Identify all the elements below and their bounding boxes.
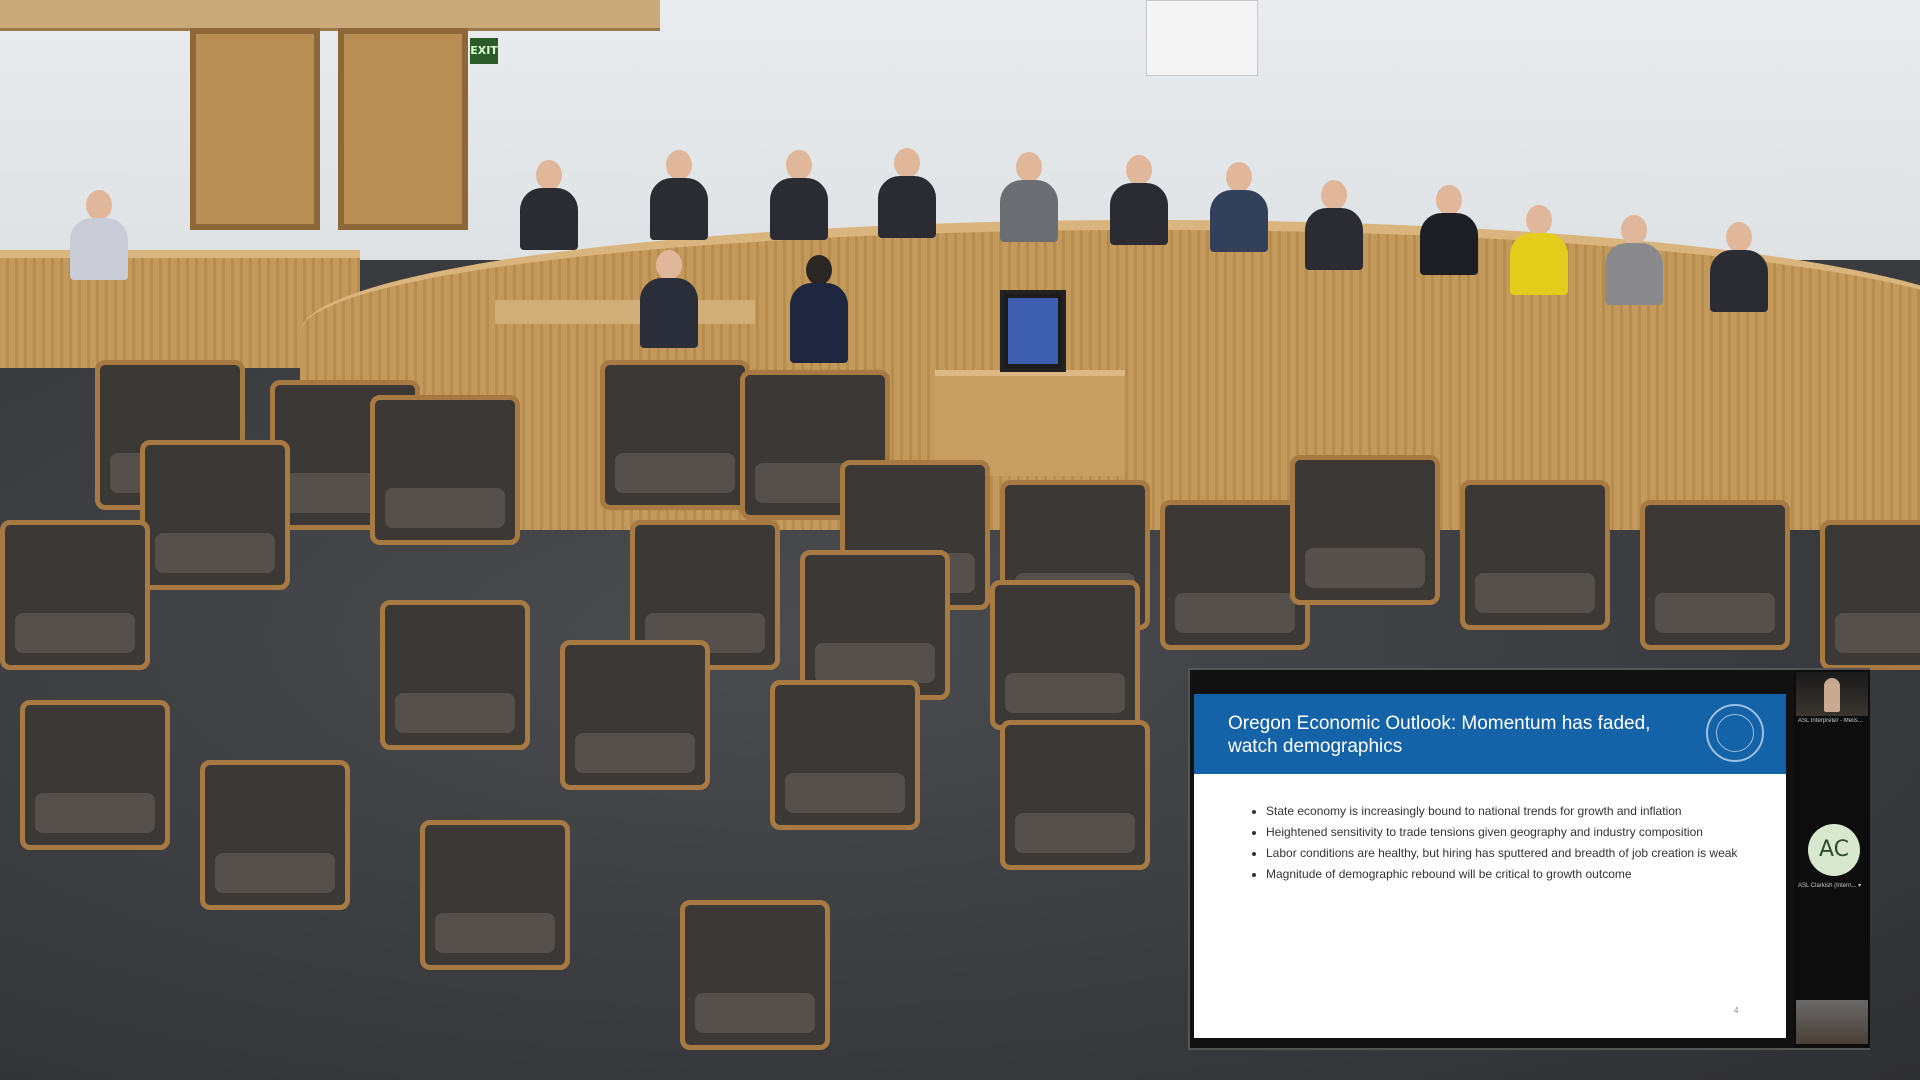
committee-member [878,148,936,238]
witness-table [495,300,755,324]
audience-chair [680,900,830,1050]
interpreter-video-tile[interactable] [1796,672,1868,716]
committee-member [1210,162,1268,252]
audience-chair [560,640,710,790]
audience-chair [1820,520,1920,670]
committee-member [1510,205,1568,295]
audience-chair [140,440,290,590]
participant-label: ASL Clarkish (Intern... ▾ [1798,883,1862,889]
wall-trim [0,0,660,31]
slide-bullets: State economy is increasingly bound to n… [1252,804,1746,888]
audience-chair [370,395,520,545]
committee-member [1420,185,1478,275]
committee-member [1000,152,1058,242]
state-seal-icon [1706,704,1764,762]
slide: Oregon Economic Outlook: Momentum has fa… [1194,694,1786,1038]
staff-member [70,190,128,280]
slide-bullet: Heightened sensitivity to trade tensions… [1266,825,1746,840]
audience-chair [770,680,920,830]
exit-sign: EXIT [470,38,498,64]
door-right [338,28,468,230]
slide-page-number: 4 [1734,1006,1739,1015]
audience-chair [0,520,150,670]
audience-chair [800,550,950,700]
committee-member [1110,155,1168,245]
monitor [1000,290,1066,372]
participant-avatar[interactable]: AC [1808,824,1860,876]
audience-chair [200,760,350,910]
audience-chair [420,820,570,970]
audience-chair [380,600,530,750]
witness [790,255,848,363]
slide-bullet: State economy is increasingly bound to n… [1266,804,1746,819]
slide-title: Oregon Economic Outlook: Momentum has fa… [1228,713,1651,757]
presentation-overlay: Oregon Economic Outlook: Momentum has fa… [1188,668,1870,1050]
committee-member [770,150,828,240]
committee-member [1305,180,1363,270]
committee-member [650,150,708,240]
audience-chair [600,360,750,510]
audience-chair [20,700,170,850]
audience-chair [1290,455,1440,605]
participant-strip: ASL Interpreter - Melis... AC ASL Clarki… [1794,670,1870,1048]
committee-member [1605,215,1663,305]
slide-header: Oregon Economic Outlook: Momentum has fa… [1194,694,1786,774]
participant-label: ASL Interpreter - Melis... [1798,718,1863,724]
door-left [190,28,320,230]
committee-member [1710,222,1768,312]
audience-chair [1000,720,1150,870]
slide-bullet: Labor conditions are healthy, but hiring… [1266,846,1746,861]
audience-chair [990,580,1140,730]
slide-bullet: Magnitude of demographic rebound will be… [1266,867,1746,882]
room-camera-tile[interactable] [1796,1000,1868,1044]
ceiling-camera-box [1146,0,1258,76]
audience-chair [1160,500,1310,650]
audience-chair [1460,480,1610,630]
audience-chair [1640,500,1790,650]
witness [640,250,698,348]
committee-member [520,160,578,250]
